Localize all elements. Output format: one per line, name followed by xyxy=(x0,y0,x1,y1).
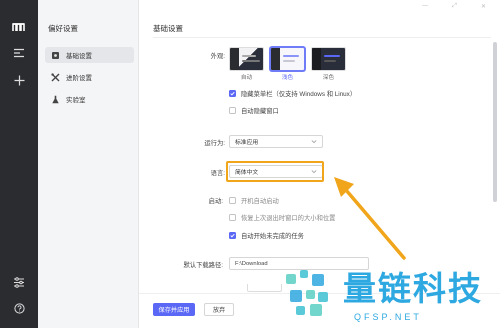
watermark-logo-icon xyxy=(286,270,328,316)
watermark-subtext: QFSP.NET xyxy=(354,312,422,322)
watermark-text: 量链科技 xyxy=(343,269,483,308)
watermark: 量链科技 QFSP.NET xyxy=(280,262,500,328)
